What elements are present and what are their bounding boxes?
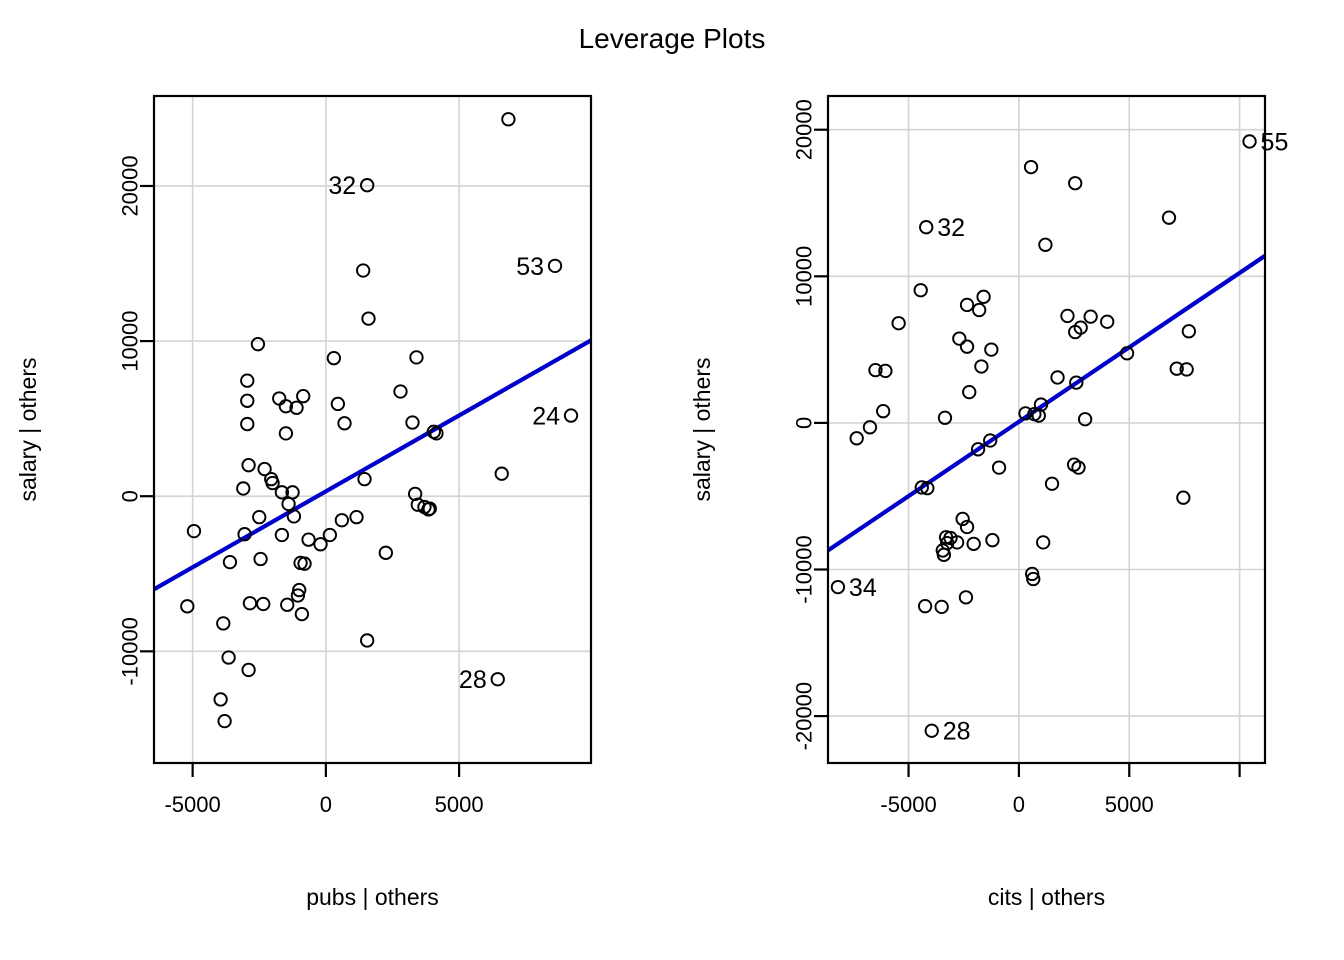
- leverage-plots-figure: Leverage Plots 32 53 24 28 -5000 0 5000 pubs | …: [0, 0, 1344, 960]
- y-tick-label: -20000: [792, 682, 817, 751]
- y-tick-label: -10000: [118, 617, 143, 686]
- x-axis-title: cits | others: [988, 884, 1105, 910]
- y-tick-label: 20000: [792, 99, 817, 160]
- y-tick-label: 10000: [118, 310, 143, 371]
- point-label-28: 28: [943, 718, 971, 746]
- x-tick-label: -5000: [880, 792, 936, 817]
- y-tick-label: 0: [118, 490, 143, 502]
- y-axis-title: salary | others: [689, 357, 715, 501]
- point-label-32: 32: [328, 172, 356, 200]
- y-tick-label: 20000: [118, 155, 143, 216]
- point-label-34: 34: [849, 574, 877, 602]
- x-tick-label: -5000: [164, 792, 220, 817]
- x-tick-label: 0: [1013, 792, 1025, 817]
- y-tick-label: 10000: [792, 246, 817, 307]
- y-axis-title: salary | others: [15, 357, 41, 501]
- point-label-53: 53: [516, 253, 544, 281]
- figure-title: Leverage Plots: [579, 23, 766, 54]
- y-tick-label: 0: [792, 417, 817, 429]
- x-tick-label: 0: [320, 792, 332, 817]
- point-label-28: 28: [459, 666, 487, 694]
- x-tick-label: 5000: [435, 792, 484, 817]
- plot-canvas: Leverage Plots 32 53 24 28 -5000 0 5000 pubs | …: [0, 0, 1344, 960]
- x-tick-label: 5000: [1105, 792, 1154, 817]
- y-tick-label: -10000: [792, 535, 817, 604]
- point-label-24: 24: [532, 403, 560, 431]
- x-axis-title: pubs | others: [306, 884, 439, 910]
- point-label-32: 32: [937, 214, 965, 242]
